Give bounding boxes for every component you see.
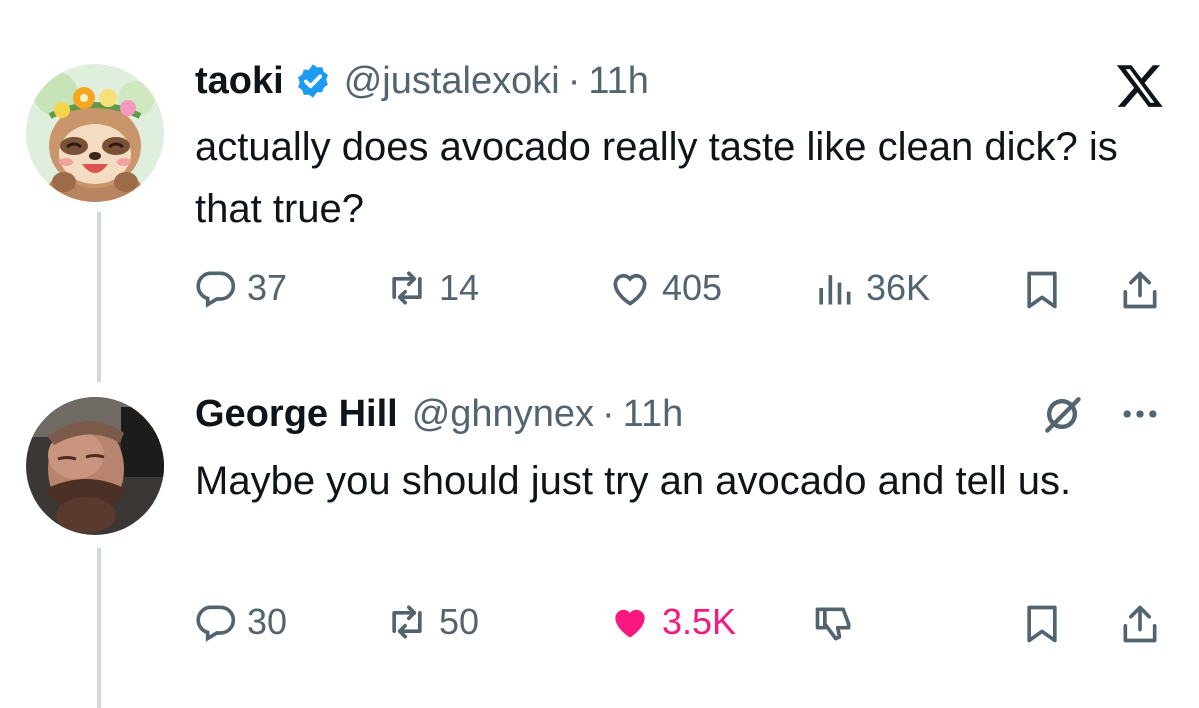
thread-line-bottom — [97, 548, 101, 708]
views-button[interactable]: 36K — [812, 266, 930, 310]
reply-text: Maybe you should just try an avocado and… — [195, 459, 1072, 503]
more-button[interactable] — [1118, 392, 1162, 436]
tweet-header: taoki @justalexoki · 11h — [195, 56, 649, 106]
reply-button[interactable]: 37 — [193, 266, 287, 310]
heart-icon — [613, 273, 647, 306]
tweet-text: actually does avocado really taste like … — [195, 125, 1118, 231]
more-dots-icon — [1123, 410, 1157, 418]
heart-icon — [615, 609, 645, 638]
handle[interactable]: @justalexoki — [344, 60, 560, 103]
bookmark-icon — [1027, 271, 1057, 309]
thread-line-top — [97, 212, 101, 382]
retweet-count: 14 — [439, 267, 480, 308]
reply-header: George Hill @ghnynex · 11h — [195, 389, 683, 439]
dislike-button[interactable] — [812, 602, 856, 646]
bookmark-button[interactable] — [1020, 602, 1064, 646]
verified-badge-icon — [294, 62, 332, 100]
reply-icon — [196, 605, 236, 642]
views-icon — [819, 275, 851, 305]
display-name[interactable]: taoki — [195, 60, 284, 103]
views-count: 36K — [866, 267, 931, 308]
retweet-icon — [392, 605, 422, 639]
bookmark-button[interactable] — [1020, 268, 1064, 312]
reply-button[interactable]: 30 — [193, 600, 287, 644]
separator-dot: · — [601, 392, 615, 435]
handle[interactable]: @ghnynex — [412, 393, 594, 436]
reply-count: 30 — [247, 601, 288, 642]
retweet-count: 50 — [439, 601, 480, 642]
separator-dot: · — [567, 59, 581, 102]
retweet-button[interactable]: 14 — [385, 266, 479, 310]
like-count: 3.5K — [662, 601, 737, 642]
grok-button[interactable] — [1040, 392, 1084, 436]
timestamp[interactable]: 11h — [623, 393, 684, 436]
timestamp[interactable]: 11h — [588, 60, 649, 103]
share-icon — [1123, 605, 1157, 643]
retweet-button[interactable]: 50 — [385, 600, 479, 644]
like-button[interactable]: 3.5K — [608, 600, 736, 644]
bookmark-icon — [1027, 605, 1057, 643]
dislike-icon — [815, 607, 851, 641]
share-button[interactable] — [1118, 602, 1162, 646]
share-icon — [1123, 271, 1157, 309]
like-count: 405 — [662, 267, 723, 308]
display-name[interactable]: George Hill — [195, 393, 398, 436]
retweet-icon — [392, 271, 422, 305]
avatar-george-hill[interactable] — [26, 397, 164, 535]
share-button[interactable] — [1118, 268, 1162, 312]
avatar-taoki[interactable] — [26, 64, 164, 202]
x-logo-icon[interactable] — [1115, 60, 1165, 110]
reply-count: 37 — [247, 267, 288, 308]
reply-icon — [196, 271, 236, 308]
like-button[interactable]: 405 — [608, 266, 722, 310]
grok-icon — [1045, 397, 1081, 433]
